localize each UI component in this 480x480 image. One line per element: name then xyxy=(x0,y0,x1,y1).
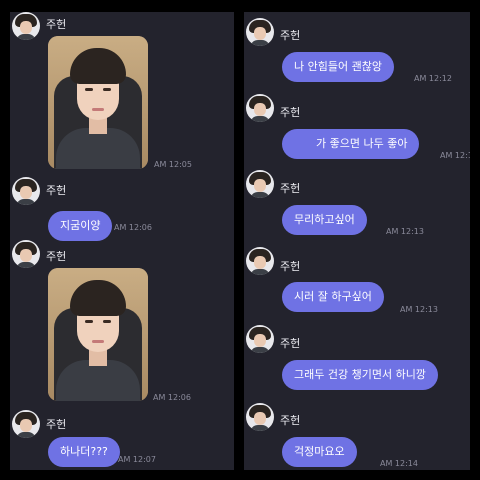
message-time: AM 12:14 xyxy=(380,459,418,468)
sender-name: 주헌 xyxy=(280,414,301,427)
selfie-photo[interactable] xyxy=(48,268,148,401)
chat-panel-left: 주헌 AM 12:05 주헌 지굼이양 AM 12:06 주헌 AM 12:06… xyxy=(10,12,234,470)
avatar[interactable] xyxy=(12,177,40,205)
message-time: AM 12:1 xyxy=(440,151,470,160)
sender-name: 주헌 xyxy=(280,29,301,42)
message-bubble[interactable]: 하나더??? xyxy=(48,437,120,467)
avatar[interactable] xyxy=(246,247,274,275)
avatar[interactable] xyxy=(12,410,40,438)
sender-name: 주헌 xyxy=(46,184,67,197)
message-bubble[interactable]: 무리하고싶어 xyxy=(282,205,367,235)
sender-name: 주헌 xyxy=(280,260,301,273)
message-time: AM 12:06 xyxy=(153,393,191,402)
sender-name: 주헌 xyxy=(46,250,67,263)
avatar[interactable] xyxy=(246,170,274,198)
selfie-photo[interactable] xyxy=(48,36,148,169)
message-time: AM 12:07 xyxy=(118,455,156,464)
sender-name: 주헌 xyxy=(280,182,301,195)
message-time: AM 12:12 xyxy=(414,74,452,83)
message-bubble[interactable]: 그래두 건강 챙기면서 하니깡 xyxy=(282,360,438,390)
avatar[interactable] xyxy=(246,403,274,431)
sender-name: 주헌 xyxy=(46,418,67,431)
message-bubble[interactable]: 가 좋으면 나두 좋아 xyxy=(282,129,420,159)
avatar[interactable] xyxy=(12,12,40,40)
sender-name: 주헌 xyxy=(46,18,67,31)
avatar[interactable] xyxy=(246,18,274,46)
message-bubble[interactable]: 시러 잘 하구싶어 xyxy=(282,282,384,312)
message-bubble[interactable]: 걱정마요오 xyxy=(282,437,357,467)
sender-name: 주헌 xyxy=(280,337,301,350)
sender-name: 주헌 xyxy=(280,106,301,119)
message-time: AM 12:05 xyxy=(154,160,192,169)
avatar[interactable] xyxy=(12,240,40,268)
chat-panel-right: 주헌 나 안힘들어 괜찮앙 AM 12:12 주헌 가 좋으면 나두 좋아 AM… xyxy=(244,12,470,470)
message-time: AM 12:13 xyxy=(386,227,424,236)
avatar[interactable] xyxy=(246,325,274,353)
message-bubble[interactable]: 지굼이양 xyxy=(48,211,113,241)
message-time: AM 12:13 xyxy=(400,305,438,314)
message-bubble[interactable]: 나 안힘들어 괜찮앙 xyxy=(282,52,394,82)
avatar[interactable] xyxy=(246,94,274,122)
message-time: AM 12:06 xyxy=(114,223,152,232)
